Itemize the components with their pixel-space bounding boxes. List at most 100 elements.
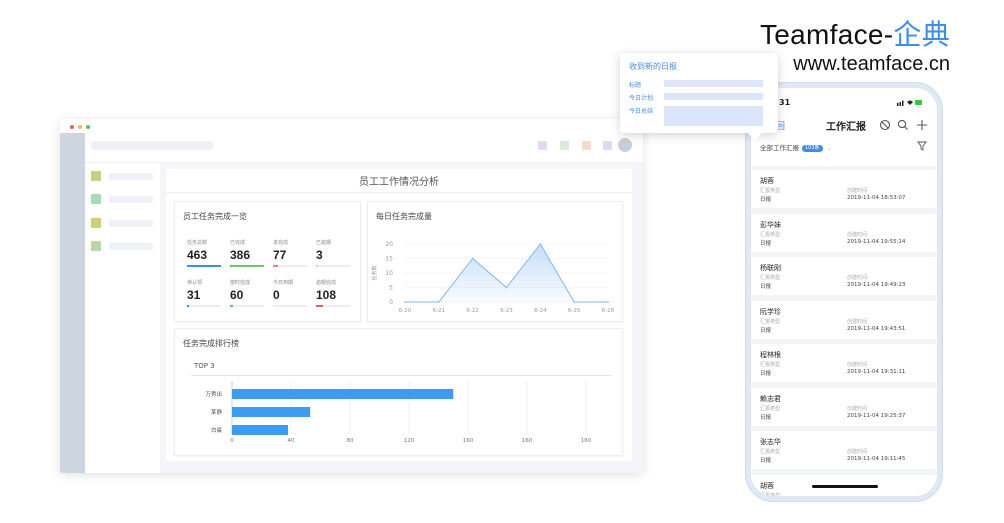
stat-label: 已逾期 xyxy=(316,240,332,246)
created-label: 创建时间 xyxy=(847,231,868,238)
ranking-card: 任务完成排行榜 TOP 3 0 40 80 120 160 160 160 万秀出 某静 白晨 xyxy=(174,328,623,456)
filter-label: 全部工作汇报 xyxy=(760,144,799,152)
x-tick-label: 6-20 xyxy=(399,308,412,314)
stat-value: 31 xyxy=(187,288,201,302)
y-tick-label: 15 xyxy=(385,256,393,263)
created-label: 创建时间 xyxy=(847,318,868,325)
x-tick-label: 160 xyxy=(522,438,533,444)
app-icon[interactable] xyxy=(538,141,547,150)
module-icon xyxy=(91,194,101,204)
stat-value: 108 xyxy=(316,288,337,302)
filter-dropdown[interactable]: 全部工作汇报 103条 ⌄ xyxy=(760,142,832,152)
x-tick-label: 0 xyxy=(230,438,234,444)
data-point[interactable] xyxy=(471,257,474,260)
card-title: 员工任务完成一览 xyxy=(183,212,247,221)
stat-item[interactable]: 今日到期 0 xyxy=(273,280,307,307)
window-titlebar xyxy=(60,119,643,133)
data-point[interactable] xyxy=(505,286,508,289)
stat-progress-bar xyxy=(273,265,307,267)
y-tick-label: 10 xyxy=(385,270,393,277)
module-icon xyxy=(91,171,101,181)
type-value: 日报 xyxy=(760,197,772,203)
bar[interactable] xyxy=(232,407,311,417)
analysis-panel: 员工工作情况分析 员工任务完成一览 任务总数 463 已完成 386 未完成 77 已逾期 3… xyxy=(166,169,632,461)
data-point[interactable] xyxy=(607,301,609,303)
reporter-name: 彭华妹 xyxy=(760,220,781,229)
category-label: 白晨 xyxy=(211,426,223,434)
report-list-item[interactable]: 胡蓉 汇报类型 日报 创建时间 2019-11-04 18:53:07 xyxy=(751,170,937,208)
stat-progress-bar xyxy=(273,305,307,307)
sidebar-item[interactable] xyxy=(91,171,154,181)
stat-item[interactable]: 按时完成 60 xyxy=(230,280,264,307)
count-badge: 103条 xyxy=(802,145,823,152)
ranking-bar-chart: 0 40 80 120 160 160 160 万秀出某静白晨 xyxy=(205,381,592,444)
x-tick-label: 120 xyxy=(404,438,415,444)
search-icon[interactable] xyxy=(897,119,909,131)
report-list-item[interactable]: 阮学珍 汇报类型 日报 创建时间 2019-11-04 19:43:51 xyxy=(751,300,937,339)
stat-item[interactable]: 未完成 77 xyxy=(273,240,307,267)
type-label: 汇报类型 xyxy=(760,318,781,325)
brand-name: Teamface-企典 xyxy=(759,19,950,50)
minimize-dot-icon[interactable] xyxy=(78,125,82,129)
task-summary-card: 员工任务完成一览 任务总数 463 已完成 386 未完成 77 已逾期 3 待认领 31 按时完成… xyxy=(174,201,361,322)
stat-item[interactable]: 逾期完成 108 xyxy=(316,280,350,307)
add-icon[interactable] xyxy=(916,119,928,131)
maximize-dot-icon[interactable] xyxy=(86,125,90,129)
top-header xyxy=(85,133,643,163)
stat-item[interactable]: 已完成 386 xyxy=(230,240,264,267)
search-input[interactable] xyxy=(91,141,213,150)
reporter-name: 胡蓉 xyxy=(760,177,774,185)
report-list-item[interactable]: 彭华妹 汇报类型 日报 创建时间 2019-11-04 19:55:14 xyxy=(751,213,937,252)
home-indicator xyxy=(812,485,878,488)
popup-field-bar xyxy=(664,93,763,100)
reporter-name: 阮学珍 xyxy=(760,307,781,316)
stat-item[interactable]: 已逾期 3 xyxy=(316,240,350,267)
data-point[interactable] xyxy=(573,301,575,303)
report-list-item[interactable]: 张志华 汇报类型 日报 创建时间 2019-11-04 19:11:45 xyxy=(751,431,937,469)
x-tick-label: 6-22 xyxy=(466,308,478,314)
phone-page-title: 工作汇报 xyxy=(826,122,866,133)
created-time: 2019-11-04 19:11:45 xyxy=(847,456,906,462)
stat-item[interactable]: 待认领 31 xyxy=(187,280,221,307)
data-point[interactable] xyxy=(438,301,440,303)
data-point[interactable] xyxy=(404,301,406,303)
type-value: 日报 xyxy=(760,371,772,377)
created-label: 创建时间 xyxy=(847,362,868,368)
report-list-item[interactable]: 杨联刚 汇报类型 日报 创建时间 2019-11-04 19:49:23 xyxy=(751,257,937,295)
popup-row-label: 今日计划 xyxy=(629,95,654,102)
bar[interactable] xyxy=(232,389,454,399)
notification-popup[interactable]: 收到新的日报 标题 今日计划 今日总结 xyxy=(620,53,778,140)
report-list-item[interactable]: 赖志君 汇报类型 日报 创建时间 2019-11-04 19:25:37 xyxy=(751,387,937,426)
stat-value: 77 xyxy=(273,248,287,262)
close-dot-icon[interactable] xyxy=(70,125,74,129)
y-tick-label: 0 xyxy=(389,299,393,306)
x-tick-label: 40 xyxy=(288,438,295,444)
category-label: 某静 xyxy=(211,408,223,416)
sidebar-item[interactable] xyxy=(91,241,154,251)
stat-label: 待认领 xyxy=(187,280,203,286)
stat-item[interactable]: 任务总数 463 xyxy=(187,240,221,267)
avatar[interactable] xyxy=(618,138,632,152)
report-list-item[interactable]: 程林根 汇报类型 日报 创建时间 2019-11-04 19:31:11 xyxy=(751,344,937,382)
app-rail xyxy=(60,133,85,473)
popup-row-label: 标题 xyxy=(629,82,642,89)
stat-progress-bar xyxy=(187,305,221,307)
type-label: 汇报类型 xyxy=(760,231,781,238)
phone-mockup: 31 回 工作汇报 全部工作汇报 103条 ⌄ 胡蓉 汇报类型 日报 创建时间 2019-1… xyxy=(745,82,943,502)
y-tick-label: 5 xyxy=(389,285,393,292)
app-icon[interactable] xyxy=(603,141,612,150)
daily-chart-card: 每日任务完成量 0 5 10 15 20 任务数 6-20 6-21 6-22 6-23 6-24 6… xyxy=(367,201,623,322)
type-label: 汇报类型 xyxy=(760,362,781,368)
sidebar-item[interactable] xyxy=(91,194,154,204)
status-icons xyxy=(897,100,922,106)
x-tick-label: 160 xyxy=(581,438,592,444)
data-point[interactable] xyxy=(539,243,542,245)
bar[interactable] xyxy=(232,425,289,435)
sidebar-item[interactable] xyxy=(91,218,154,228)
stat-progress-bar xyxy=(316,265,350,267)
type-label: 汇报类型 xyxy=(760,492,781,497)
app-icon[interactable] xyxy=(582,141,591,150)
app-icon[interactable] xyxy=(560,141,569,150)
slash-circle-icon[interactable] xyxy=(879,119,891,131)
filter-icon[interactable] xyxy=(917,141,927,151)
